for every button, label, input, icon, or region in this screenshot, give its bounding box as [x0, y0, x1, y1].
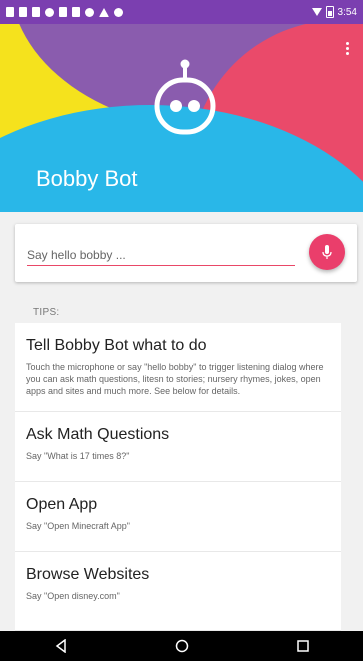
- back-button[interactable]: [46, 631, 76, 661]
- tip-title: Browse Websites: [26, 566, 150, 583]
- tips-list: Tell Bobby Bot what to do Touch the micr…: [15, 323, 341, 631]
- notification-icon: [59, 7, 67, 17]
- search-card: [15, 224, 357, 282]
- tip-title: Open App: [26, 496, 98, 513]
- app-header: Bobby Bot: [0, 0, 363, 212]
- home-icon: [175, 639, 188, 653]
- search-input[interactable]: [27, 245, 295, 266]
- battery-icon: [325, 6, 334, 18]
- overflow-menu-icon[interactable]: [346, 42, 349, 55]
- notification-icon: [6, 7, 14, 17]
- back-icon: [55, 639, 66, 653]
- status-time: 3:54: [337, 6, 357, 18]
- notification-icon: [45, 7, 54, 17]
- tip-card[interactable]: Browse Websites Say "Open disney.com": [15, 552, 341, 631]
- microphone-icon: [322, 245, 332, 259]
- app-title: Bobby Bot: [36, 166, 138, 191]
- warning-icon: [99, 7, 109, 17]
- status-bar: 3:54: [0, 0, 363, 24]
- robot-icon: [154, 59, 216, 135]
- notification-icons: [6, 7, 123, 17]
- navigation-bar: [0, 631, 363, 661]
- home-button[interactable]: [167, 631, 197, 661]
- tip-description: Say "Open Minecraft App": [26, 521, 130, 531]
- tip-card[interactable]: Open App Say "Open Minecraft App": [15, 482, 341, 552]
- microphone-button[interactable]: [309, 234, 345, 270]
- tip-card[interactable]: Tell Bobby Bot what to do Touch the micr…: [15, 323, 341, 412]
- wifi-icon: [311, 8, 322, 16]
- tip-description: Say "What is 17 times 8?": [26, 451, 130, 461]
- notification-icon: [72, 7, 80, 17]
- tip-description: Touch the microphone or say "hello bobby…: [26, 362, 324, 396]
- notification-icon: [85, 7, 94, 17]
- tip-title: Ask Math Questions: [26, 426, 170, 443]
- recents-button[interactable]: [288, 631, 318, 661]
- recents-icon: [296, 640, 309, 652]
- tip-card[interactable]: Ask Math Questions Say "What is 17 times…: [15, 412, 341, 482]
- tip-title: Tell Bobby Bot what to do: [26, 337, 207, 354]
- status-right: 3:54: [311, 6, 357, 18]
- notification-icon: [32, 7, 40, 17]
- tip-description: Say "Open disney.com": [26, 591, 120, 601]
- notification-icon: [114, 7, 123, 17]
- tips-label: TIPS:: [33, 307, 60, 318]
- notification-icon: [19, 7, 27, 17]
